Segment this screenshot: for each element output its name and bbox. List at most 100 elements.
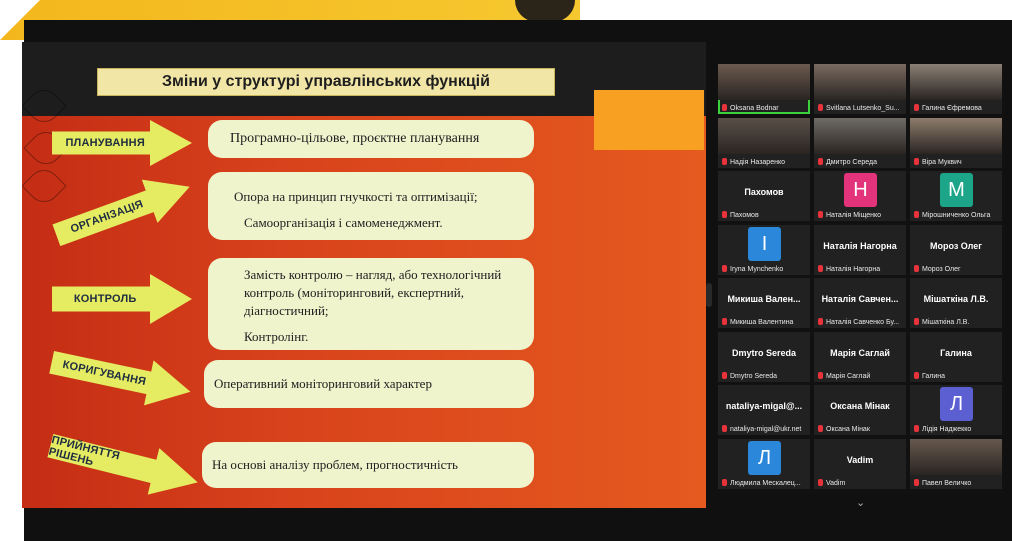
panel-resize-handle[interactable] [706, 283, 712, 307]
participant-tile[interactable]: М Мірошниченко Ольга [910, 171, 1002, 221]
participant-caption: Микиша Валентина [722, 318, 806, 326]
mic-muted-icon [722, 318, 727, 325]
participant-caption: Svitlana Lutsenko_Su... [818, 104, 902, 112]
participant-video [910, 118, 1002, 154]
participant-tile[interactable]: Микиша Вален... Микиша Валентина [718, 278, 810, 328]
participant-avatar: І [748, 227, 781, 261]
participant-tile[interactable]: Марія Саглай Марія Саглай [814, 332, 906, 382]
mic-muted-icon [818, 425, 823, 432]
participant-caption: Vadim [818, 479, 902, 487]
mic-muted-icon [722, 265, 727, 272]
participant-video [718, 64, 810, 100]
arrow-label: ОРГАНІЗАЦІЯ [69, 198, 145, 236]
mic-muted-icon [722, 372, 727, 379]
participant-name: Наталія Савченко Бу... [826, 319, 900, 326]
participant-caption: Наталія Міщенко [818, 211, 902, 219]
mic-muted-icon [722, 158, 727, 165]
participant-tile[interactable]: Наталія Нагорна Наталія Нагорна [814, 225, 906, 275]
mic-muted-icon [722, 479, 727, 486]
participant-tile[interactable]: Dmytro Sereda Dmytro Sereda [718, 332, 810, 382]
arrow-planning: ПЛАНУВАННЯ [52, 120, 192, 166]
card-line: Самоорганізація і самоменеджмент. [244, 215, 443, 230]
mic-muted-icon [914, 318, 919, 325]
participant-display-name: nataliya-migal@... [725, 401, 803, 411]
participant-name: Галина Єфремова [922, 105, 982, 112]
participant-tile[interactable]: Oksana Bodnar [718, 64, 810, 114]
slide-title: Зміни у структурі управлінських функцій [97, 68, 555, 96]
participant-caption: Мішаткіна Л.В. [914, 318, 998, 326]
leaf-decoration-icon [22, 163, 67, 209]
participant-caption: Надія Назаренко [722, 158, 806, 166]
arrow-label: КОНТРОЛЬ [73, 293, 137, 305]
participant-tile[interactable]: І Iryna Mynchenko [718, 225, 810, 275]
participant-caption: Dmytro Sereda [722, 372, 806, 380]
participant-caption: Людмила Мескалец... [722, 479, 806, 487]
card-control: Замість контролю – нагляд, або технологі… [208, 258, 534, 350]
participant-avatar: Л [940, 387, 973, 421]
participant-tile[interactable]: Л Лідія Наджекко [910, 385, 1002, 435]
arrow-control: КОНТРОЛЬ [52, 274, 192, 324]
participant-avatar: Л [748, 441, 781, 475]
participant-name: Дмитро Середа [826, 159, 877, 166]
participant-tile[interactable]: Мішаткіна Л.В. Мішаткіна Л.В. [910, 278, 1002, 328]
participant-name: Наталія Нагорна [826, 266, 881, 273]
participant-tile[interactable]: Галина Єфремова [910, 64, 1002, 114]
participants-gallery: Oksana Bodnar Svitlana Lutsenko_Su... Гали… [718, 64, 1004, 494]
participant-name: Dmytro Sereda [730, 373, 778, 380]
mic-muted-icon [914, 104, 919, 111]
mic-muted-icon [914, 158, 919, 165]
participant-caption: Галина Єфремова [914, 104, 998, 112]
participant-display-name: Галина [940, 348, 972, 358]
participant-video [910, 64, 1002, 100]
participant-tile[interactable]: Мороз Олег Мороз Олег [910, 225, 1002, 275]
participant-name: Iryna Mynchenko [730, 266, 784, 273]
participant-tile[interactable]: Л Людмила Мескалец... [718, 439, 810, 489]
participant-name: Надія Назаренко [730, 159, 785, 166]
participant-name: Марія Саглай [826, 373, 871, 380]
participant-avatar: М [940, 173, 973, 207]
mic-muted-icon [818, 372, 823, 379]
participant-caption: Віра Муквич [914, 158, 998, 166]
arrow-label: ПЛАНУВАННЯ [65, 137, 145, 149]
arrow-decision: ПРИЙНЯТТЯ РІШЕНЬ [44, 422, 203, 505]
participant-tile[interactable]: Svitlana Lutsenko_Su... [814, 64, 906, 114]
slide-accent-block [594, 90, 704, 150]
participant-tile[interactable]: Наталія Савчен... Наталія Савченко Бу... [814, 278, 906, 328]
arrow-label: КОРИГУВАННЯ [61, 358, 148, 389]
participant-caption: Дмитро Середа [818, 158, 902, 166]
participant-tile[interactable]: Оксана Мінак Оксана Мінак [814, 385, 906, 435]
mic-muted-icon [818, 211, 823, 218]
mic-muted-icon [818, 104, 823, 111]
participant-caption: Марія Саглай [818, 372, 902, 380]
participant-name: Мороз Олег [922, 266, 961, 273]
participant-caption: Галина [914, 372, 998, 380]
participant-caption: Оксана Мінак [818, 425, 902, 433]
mic-muted-icon [818, 318, 823, 325]
participant-display-name: Наталія Савчен... [821, 294, 899, 304]
card-organization: Опора на принцип гнучкості та оптимізаці… [208, 172, 534, 240]
participant-tile[interactable]: Віра Муквич [910, 118, 1002, 168]
card-line: Опора на принцип гнучкості та оптимізаці… [234, 189, 478, 204]
participant-name: Лідія Наджекко [922, 426, 972, 433]
card-line: Замість контролю – нагляд, або технологі… [244, 267, 502, 282]
participant-name: Пахомов [730, 212, 759, 219]
participant-tile[interactable]: Павел Величко [910, 439, 1002, 489]
participant-caption: Мороз Олег [914, 265, 998, 273]
participant-tile[interactable]: Пахомов Пахомов [718, 171, 810, 221]
participant-tile[interactable]: Надія Назаренко [718, 118, 810, 168]
participant-name: Наталія Міщенко [826, 212, 882, 219]
participant-caption: Наталія Нагорна [818, 265, 902, 273]
participant-caption: Лідія Наджекко [914, 425, 998, 433]
participant-tile[interactable]: nataliya-migal@... nataliya-migal@ukr.net [718, 385, 810, 435]
participant-name: Віра Муквич [922, 159, 962, 166]
participant-caption: Мірошниченко Ольга [914, 211, 998, 219]
card-line: Контролінг. [244, 329, 309, 344]
mic-muted-icon [914, 425, 919, 432]
participant-tile[interactable]: Галина Галина [910, 332, 1002, 382]
chevron-down-icon[interactable]: ⌄ [856, 496, 865, 509]
participant-display-name: Наталія Нагорна [823, 241, 897, 251]
participant-tile[interactable]: Н Наталія Міщенко [814, 171, 906, 221]
participant-tile[interactable]: Дмитро Середа [814, 118, 906, 168]
participant-tile[interactable]: Vadim Vadim [814, 439, 906, 489]
arrow-label: ПРИЙНЯТТЯ РІШЕНЬ [47, 433, 121, 469]
